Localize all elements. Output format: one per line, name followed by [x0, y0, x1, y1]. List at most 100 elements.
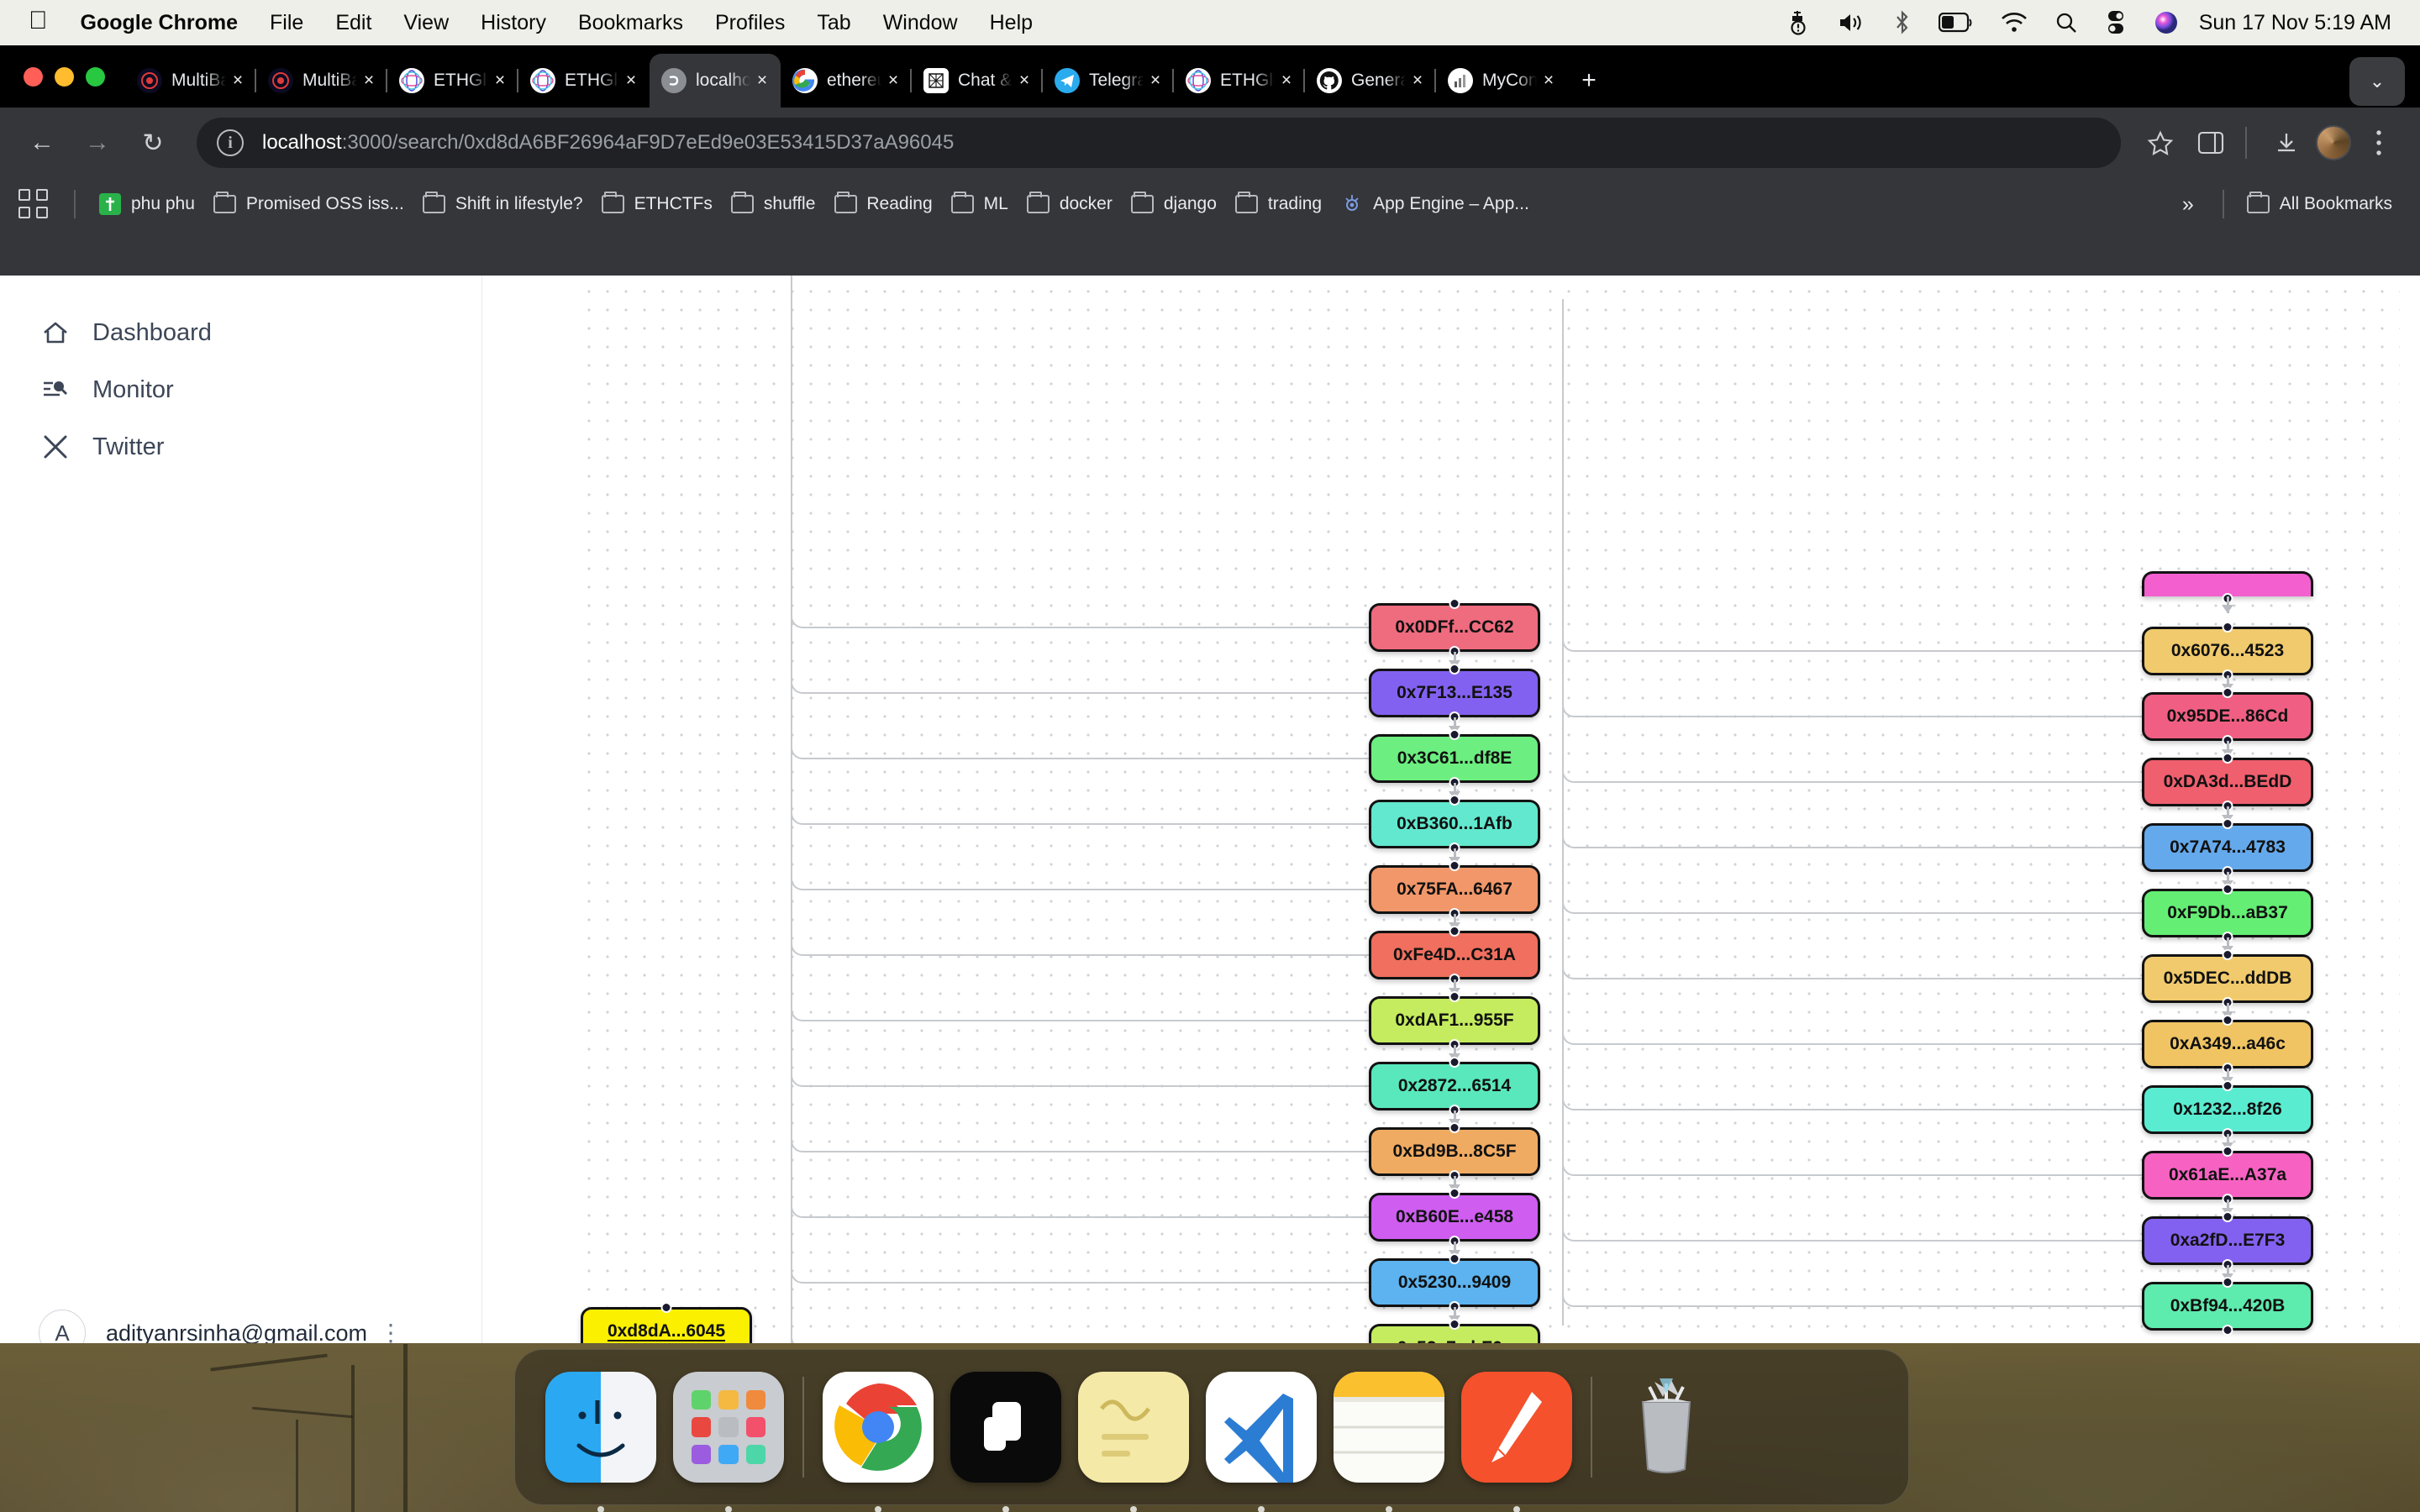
profile-avatar-icon[interactable]: [2316, 125, 2351, 160]
bluetooth-icon[interactable]: [1880, 0, 1925, 45]
node-handle-top[interactable]: [2222, 1277, 2233, 1288]
bookmark-app-engine[interactable]: App Engine – App...: [1331, 184, 1539, 224]
stickies-icon[interactable]: [1070, 1363, 1197, 1512]
node-handle-top[interactable]: [1449, 598, 1460, 609]
tab-search-chevron-down-icon[interactable]: ⌄: [2349, 57, 2405, 106]
siri-icon[interactable]: [2140, 0, 2192, 45]
node-handle-top[interactable]: [2222, 622, 2233, 633]
side-panel-icon[interactable]: [2188, 120, 2233, 165]
close-tab-icon[interactable]: ×: [619, 69, 643, 92]
reload-button[interactable]: ↻: [129, 119, 176, 166]
graph-node-center-1[interactable]: 0x7F13...E135: [1369, 664, 1540, 722]
node-handle-top[interactable]: [1449, 860, 1460, 871]
google-chrome-icon[interactable]: [814, 1363, 942, 1512]
control-center-icon[interactable]: [2091, 0, 2140, 45]
node-handle-top[interactable]: [2222, 949, 2233, 960]
graph-node-center-10[interactable]: 0x5230...9409: [1369, 1253, 1540, 1312]
maximize-window-button[interactable]: [86, 66, 105, 87]
search-icon[interactable]: [2041, 0, 2091, 45]
graph-node-right-5[interactable]: 0xF9Db...aB37: [2142, 884, 2313, 942]
menu-item-help[interactable]: Help: [974, 0, 1049, 45]
tab-multibaas-2[interactable]: MultiBa ×: [255, 54, 387, 108]
graph-node-center-11[interactable]: 0x52a7...bF6c: [1369, 1319, 1540, 1343]
bookmark-docker[interactable]: docker: [1018, 184, 1122, 224]
bookmark-ml[interactable]: ML: [942, 184, 1018, 224]
graph-node-right-9[interactable]: 0x61aE...A37a: [2142, 1146, 2313, 1205]
graph-node-center-5[interactable]: 0xFe4D...C31A: [1369, 926, 1540, 984]
trash-icon[interactable]: [1602, 1363, 1730, 1491]
forward-button[interactable]: →: [74, 119, 121, 166]
node-handle-top[interactable]: [1449, 926, 1460, 937]
close-tab-icon[interactable]: ×: [1406, 69, 1429, 92]
usb-alert-icon[interactable]: [1774, 0, 1824, 45]
node-handle-top[interactable]: [2222, 1211, 2233, 1222]
close-tab-icon[interactable]: ×: [357, 69, 381, 92]
finder-icon[interactable]: [537, 1363, 665, 1512]
launchpad-icon[interactable]: [665, 1363, 792, 1512]
graph-node-right-0[interactable]: [2142, 571, 2313, 604]
graph-node-right-11[interactable]: 0xBf94...420B: [2142, 1277, 2313, 1336]
menu-item-window[interactable]: Window: [867, 0, 974, 45]
close-tab-icon[interactable]: ×: [488, 69, 512, 92]
graph-node-center-2[interactable]: 0x3C61...df8E: [1369, 729, 1540, 788]
sidebar-item-monitor[interactable]: Monitor: [0, 361, 481, 418]
sidebar-item-dashboard[interactable]: Dashboard: [0, 304, 481, 361]
bookmarks-overflow-button[interactable]: »: [2167, 192, 2209, 217]
bookmark-shift-in-lifestyle[interactable]: Shift in lifestyle?: [413, 184, 592, 224]
graph-node-right-3[interactable]: 0xDA3d...BEdD: [2142, 753, 2313, 811]
account-footer[interactable]: A adityanrsinha@gmail.com ⋮: [0, 1310, 482, 1343]
graph-node-center-9[interactable]: 0xB60E...e458: [1369, 1188, 1540, 1247]
graph-node-right-8[interactable]: 0x1232...8f26: [2142, 1080, 2313, 1139]
node-handle-top[interactable]: [1449, 664, 1460, 675]
menu-item-history[interactable]: History: [465, 0, 562, 45]
graph-node-center-0[interactable]: 0x0DFf...CC62: [1369, 598, 1540, 657]
close-tab-icon[interactable]: ×: [750, 69, 774, 92]
menu-item-bookmarks[interactable]: Bookmarks: [562, 0, 699, 45]
node-handle-top[interactable]: [1449, 1122, 1460, 1133]
graph-node-center-3[interactable]: 0xB360...1Afb: [1369, 795, 1540, 853]
node-handle-top[interactable]: [2222, 1080, 2233, 1091]
graph-node-right-2[interactable]: 0x95DE...86Cd: [2142, 687, 2313, 746]
menu-item-google-chrome[interactable]: Google Chrome: [65, 0, 255, 45]
graph-node-right-7[interactable]: 0xA349...a46c: [2142, 1015, 2313, 1074]
new-tab-button[interactable]: +: [1567, 54, 1611, 108]
graph-node-center-7[interactable]: 0x2872...6514: [1369, 1057, 1540, 1116]
chrome-menu-icon[interactable]: [2356, 120, 2402, 165]
bookmark-trading[interactable]: trading: [1226, 184, 1331, 224]
close-window-button[interactable]: [24, 66, 43, 87]
node-handle-top[interactable]: [1449, 795, 1460, 806]
tab-mycontract[interactable]: MyCon ×: [1434, 54, 1567, 108]
graph-node-right-10[interactable]: 0xa2fD...E7F3: [2142, 1211, 2313, 1270]
node-handle-top[interactable]: [1449, 1188, 1460, 1199]
volume-icon[interactable]: [1824, 0, 1880, 45]
tab-ethereum[interactable]: ethereu ×: [781, 54, 912, 108]
back-button[interactable]: ←: [18, 119, 66, 166]
all-bookmarks-button[interactable]: All Bookmarks: [2238, 184, 2402, 224]
bookmark-phu-phu[interactable]: phu phu: [89, 184, 204, 224]
vscode-icon[interactable]: [1197, 1363, 1325, 1512]
bookmark-django[interactable]: django: [1122, 184, 1226, 224]
menu-item-file[interactable]: File: [254, 0, 319, 45]
node-handle-top[interactable]: [1449, 1319, 1460, 1330]
minimize-window-button[interactable]: [55, 66, 74, 87]
graph-node-root[interactable]: 0xd8dA...6045: [581, 1302, 752, 1343]
menu-bar-clock[interactable]: Sun 17 Nov 5:19 AM: [2192, 11, 2420, 35]
graph-node-center-8[interactable]: 0xBd9B...8C5F: [1369, 1122, 1540, 1181]
bookmark-ethctfs[interactable]: ETHCTFs: [592, 184, 722, 224]
node-handle-top[interactable]: [1449, 729, 1460, 740]
tab-ethglobal-1[interactable]: ETHGlo ×: [386, 54, 518, 108]
apps-grid-icon[interactable]: [18, 189, 49, 219]
account-menu-icon[interactable]: ⋮: [379, 1320, 402, 1343]
node-handle-top[interactable]: [1449, 1057, 1460, 1068]
graph-node-right-6[interactable]: 0x5DEC...ddDB: [2142, 949, 2313, 1008]
graph-node-right-1[interactable]: 0x6076...4523: [2142, 622, 2313, 680]
battery-icon[interactable]: [1925, 0, 1987, 45]
tab-telegram[interactable]: Telegra ×: [1041, 54, 1174, 108]
node-handle-top[interactable]: [2222, 1146, 2233, 1157]
notes-icon[interactable]: [1325, 1363, 1453, 1512]
tab-ethglobal-2[interactable]: ETHGlo ×: [517, 54, 650, 108]
node-handle-bottom[interactable]: [2222, 1325, 2233, 1336]
node-handle-top[interactable]: [2222, 687, 2233, 698]
close-tab-icon[interactable]: ×: [1144, 69, 1167, 92]
apple-logo-icon[interactable]: : [0, 0, 65, 47]
